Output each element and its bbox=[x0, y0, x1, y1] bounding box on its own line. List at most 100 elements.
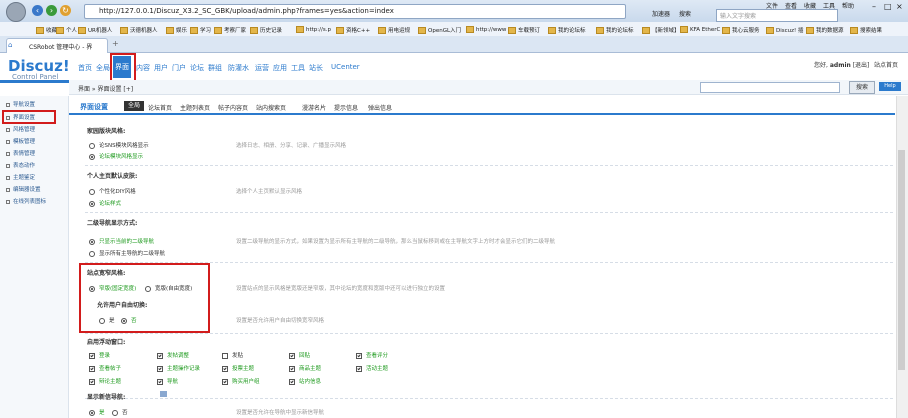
admin-search-input[interactable] bbox=[700, 82, 840, 93]
nav-webmaster[interactable]: 站长 bbox=[309, 63, 323, 73]
scrollbar-thumb[interactable] bbox=[898, 150, 905, 370]
radio-option[interactable]: 显示所有主导航的二级导航 bbox=[89, 249, 165, 257]
fav-item[interactable]: 学习 bbox=[190, 26, 211, 34]
fav-item[interactable]: 我的数据源 bbox=[806, 26, 844, 34]
radio-option[interactable]: 个性化DIY风格 bbox=[89, 187, 136, 195]
user-avatar[interactable] bbox=[6, 2, 26, 22]
tab-notice[interactable]: 提示信息 bbox=[334, 103, 358, 112]
fav-item[interactable]: 我的论坛标 bbox=[548, 26, 586, 34]
float-window-checkbox[interactable]: 辩论主题 bbox=[89, 377, 121, 385]
fav-item[interactable]: http://www bbox=[466, 26, 506, 33]
fav-item[interactable]: http://s.p bbox=[296, 26, 331, 33]
float-window-checkbox[interactable]: 购买用户组 bbox=[222, 377, 260, 385]
help-icon[interactable] bbox=[160, 391, 167, 397]
sidebar-item-templates[interactable]: 模板管理 bbox=[6, 137, 35, 145]
radio-option[interactable]: 只显示当前的二级导航 bbox=[89, 237, 154, 245]
radio-option[interactable]: 论坛模块风格显示 bbox=[89, 152, 143, 160]
fav-item[interactable]: KFA EtherC bbox=[680, 26, 720, 33]
fav-item[interactable]: 沃德机器人 bbox=[120, 26, 158, 34]
float-window-checkbox[interactable]: 登录 bbox=[89, 351, 110, 359]
fav-item[interactable]: Discuz! 插 bbox=[766, 26, 803, 34]
fav-item[interactable]: OpenGL入门 bbox=[418, 26, 461, 34]
fav-item[interactable]: 个人 bbox=[56, 26, 77, 34]
back-icon[interactable]: ‹ bbox=[32, 5, 43, 16]
help-badge[interactable]: Help bbox=[879, 82, 901, 91]
float-window-checkbox[interactable]: 发帖调整 bbox=[157, 351, 189, 359]
tab-roaming-card[interactable]: 漫游名片 bbox=[302, 103, 326, 112]
search-engine-link[interactable]: 搜索 bbox=[679, 9, 691, 18]
sidebar-item-actions[interactable]: 表态动作 bbox=[6, 161, 35, 169]
nav-antispam[interactable]: 防灌水 bbox=[228, 63, 249, 73]
menu-favorites[interactable]: 收藏 bbox=[804, 1, 816, 10]
minimize-icon[interactable]: – bbox=[872, 2, 876, 11]
float-window-checkbox[interactable]: 查看帖子 bbox=[89, 364, 121, 372]
nav-users[interactable]: 用户 bbox=[154, 63, 168, 73]
float-window-checkbox[interactable]: 发贴 bbox=[222, 351, 243, 359]
radio-option[interactable]: 窄版(固定宽度) bbox=[89, 284, 136, 292]
fav-item[interactable]: 搜索结果 bbox=[850, 26, 882, 34]
fav-item[interactable]: 我心云服务 bbox=[722, 26, 760, 34]
nav-groups[interactable]: 群组 bbox=[208, 63, 222, 73]
sidebar-item-online-icons[interactable]: 在线列表图标 bbox=[6, 197, 46, 205]
nav-apps[interactable]: 应用 bbox=[273, 63, 287, 73]
tab-forum-home[interactable]: 论坛首页 bbox=[148, 103, 172, 112]
tab-thread-list[interactable]: 主题列表页 bbox=[180, 103, 210, 112]
sidebar-item-styles[interactable]: 风格管理 bbox=[6, 125, 35, 133]
menu-tools[interactable]: 工具 bbox=[823, 1, 835, 10]
tab-global[interactable]: 全局 bbox=[124, 101, 144, 111]
logout-link[interactable]: [退出] bbox=[853, 62, 870, 69]
fav-item[interactable]: 资格C++ bbox=[336, 26, 370, 34]
tab-post-content[interactable]: 帖子内容页 bbox=[218, 103, 248, 112]
nav-content[interactable]: 内容 bbox=[136, 63, 150, 73]
fav-item[interactable]: 历史记录 bbox=[250, 26, 282, 34]
fav-item[interactable]: 收藏 bbox=[36, 26, 57, 34]
sidebar-item-editor[interactable]: 编辑器设置 bbox=[6, 185, 41, 193]
nav-home[interactable]: 首页 bbox=[78, 63, 92, 73]
search-button[interactable]: 搜索 bbox=[849, 81, 875, 94]
fav-item[interactable]: 娱乐 bbox=[166, 26, 187, 34]
refresh-icon[interactable]: ↻ bbox=[60, 5, 71, 16]
nav-forum[interactable]: 论坛 bbox=[190, 63, 204, 73]
radio-option[interactable]: 论坛样式 bbox=[89, 199, 121, 207]
float-window-checkbox[interactable]: 活动主题 bbox=[356, 364, 388, 372]
fav-item[interactable]: 考察厂家 bbox=[214, 26, 246, 34]
float-window-checkbox[interactable]: 商品主题 bbox=[289, 364, 321, 372]
tab-popup[interactable]: 弹出信息 bbox=[368, 103, 392, 112]
fav-item[interactable]: 车载预订 bbox=[508, 26, 540, 34]
radio-option[interactable]: 论SNS模块风格显示 bbox=[89, 141, 149, 149]
nav-global[interactable]: 全局 bbox=[96, 63, 110, 73]
fav-item[interactable]: 我的论坛标 bbox=[596, 26, 634, 34]
fav-item[interactable]: 用电运规 bbox=[378, 26, 410, 34]
radio-option[interactable]: 宽版(自由宽度) bbox=[145, 284, 192, 292]
accelerator-link[interactable]: 加速器 bbox=[652, 9, 670, 18]
menu-help[interactable]: 帮助 bbox=[842, 1, 854, 10]
sidebar-item-emoji[interactable]: 表情管理 bbox=[6, 149, 35, 157]
site-home-link[interactable]: 站点首页 bbox=[874, 60, 898, 69]
fav-item[interactable]: 【新领域】 bbox=[642, 26, 680, 34]
home-icon[interactable]: ⌂ bbox=[8, 41, 12, 49]
float-window-checkbox[interactable]: 投票主题 bbox=[222, 364, 254, 372]
radio-option[interactable]: 否 bbox=[121, 316, 137, 324]
radio-option[interactable]: 是 bbox=[89, 408, 105, 416]
nav-ucenter[interactable]: UCenter bbox=[331, 63, 360, 71]
nav-tools[interactable]: 工具 bbox=[291, 63, 305, 73]
nav-portal[interactable]: 门户 bbox=[172, 63, 186, 73]
radio-option[interactable]: 否 bbox=[112, 408, 128, 416]
fav-item[interactable]: UR机器人 bbox=[78, 26, 112, 34]
address-bar[interactable]: http://127.0.0.1/Discuz_X3.2_SC_GBK/uplo… bbox=[84, 4, 626, 19]
sidebar-item-nav[interactable]: 导航设置 bbox=[6, 100, 35, 108]
tab-site-search[interactable]: 站内搜索页 bbox=[256, 103, 286, 112]
float-window-checkbox[interactable]: 站内信息 bbox=[289, 377, 321, 385]
close-icon[interactable]: × bbox=[896, 2, 903, 11]
float-window-checkbox[interactable]: 查看评分 bbox=[356, 351, 388, 359]
sidebar-item-identify[interactable]: 主题鉴定 bbox=[6, 173, 35, 181]
radio-option[interactable]: 是 bbox=[99, 316, 115, 324]
menu-file[interactable]: 文件 bbox=[766, 1, 778, 10]
browser-search-input[interactable]: 输入文字搜索 bbox=[716, 9, 838, 22]
tab-current[interactable]: CSRobot 管理中心 - 界 bbox=[6, 38, 108, 53]
maximize-icon[interactable]: □ bbox=[884, 2, 892, 11]
forward-icon[interactable]: › bbox=[46, 5, 57, 16]
float-window-checkbox[interactable]: 主题操作记录 bbox=[157, 364, 200, 372]
new-tab-icon[interactable]: + bbox=[112, 39, 119, 48]
menu-view[interactable]: 查看 bbox=[785, 1, 797, 10]
